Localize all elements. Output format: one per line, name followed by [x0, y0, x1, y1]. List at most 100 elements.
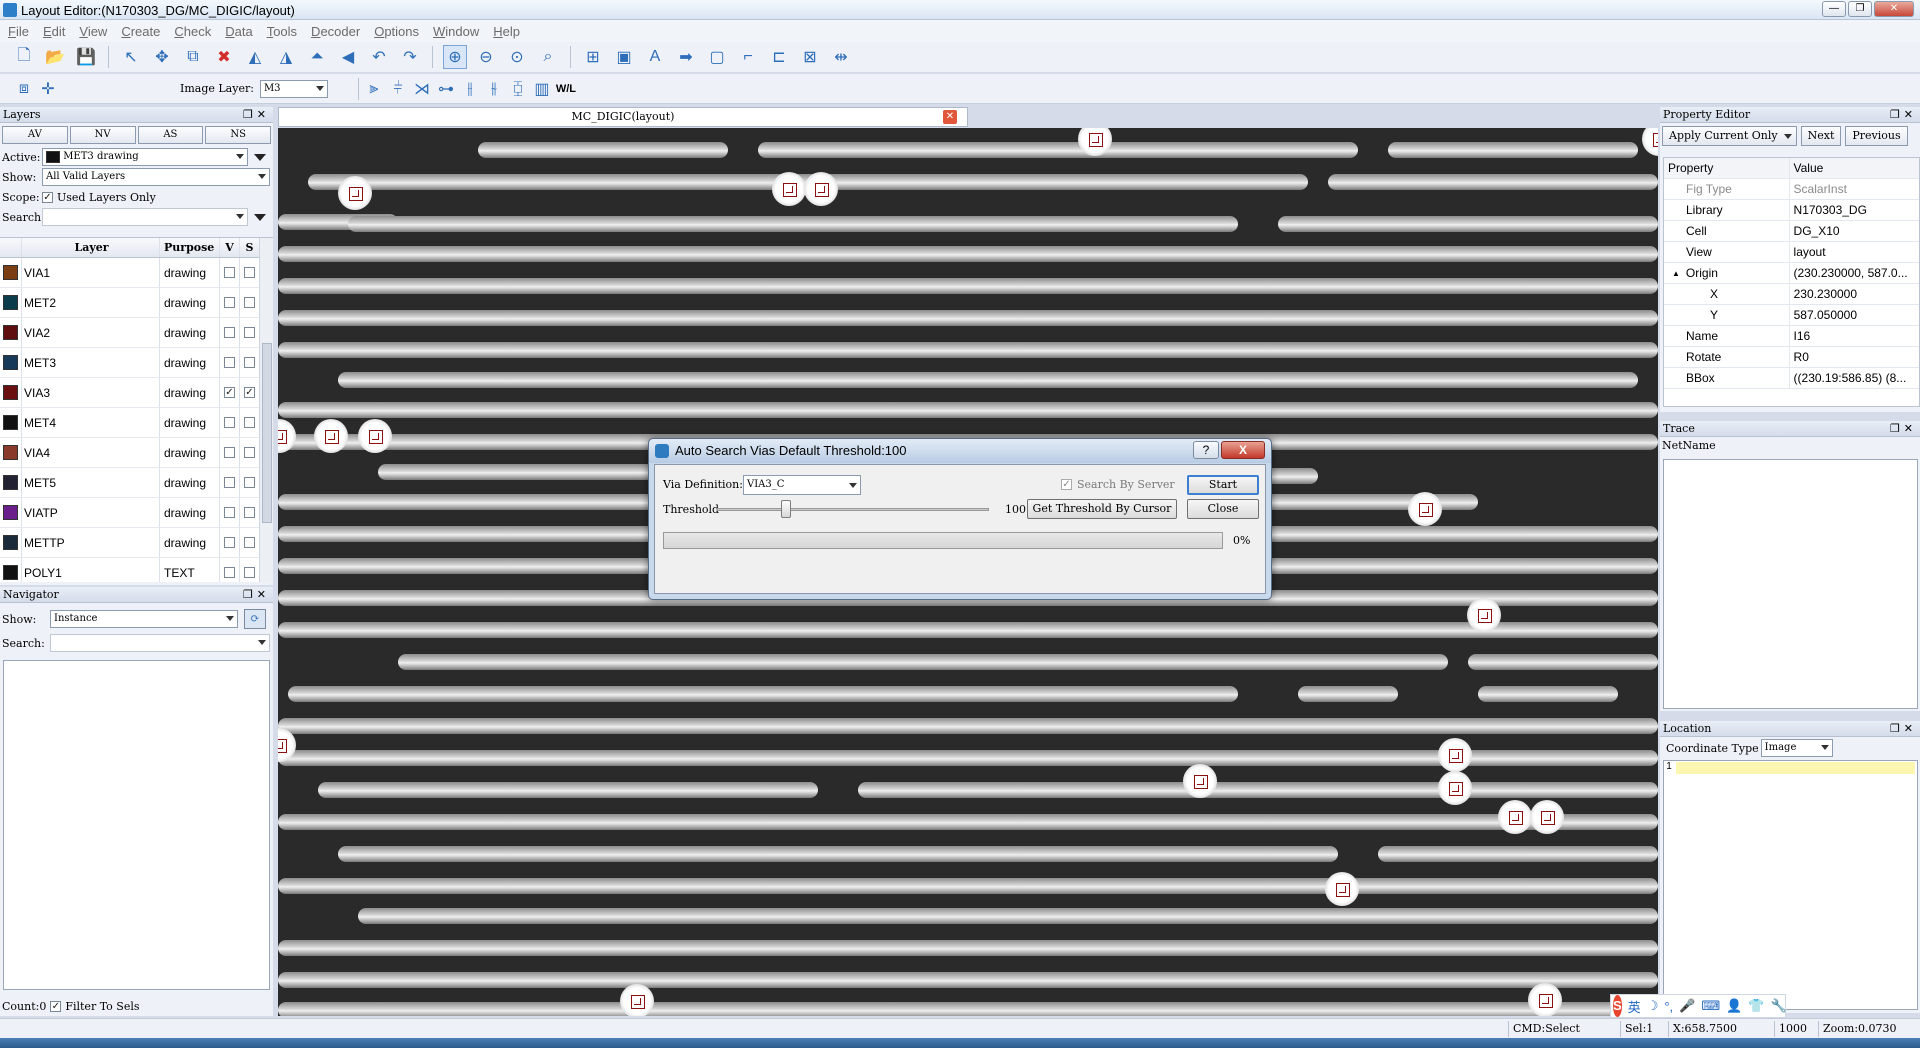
- col-purpose[interactable]: Purpose: [160, 238, 220, 257]
- col-selectable[interactable]: S: [240, 238, 260, 257]
- property-row[interactable]: Name I16: [1664, 326, 1919, 347]
- menu-window[interactable]: Window: [433, 24, 479, 39]
- distribute-icon[interactable]: ⊶: [434, 77, 458, 101]
- via-marker[interactable]: [1325, 872, 1359, 906]
- property-value[interactable]: I16: [1790, 329, 1919, 343]
- used-layers-checkbox[interactable]: ✓: [42, 191, 53, 203]
- threshold-slider-thumb[interactable]: [781, 500, 791, 518]
- spacing-alt-icon[interactable]: ⫳: [482, 77, 506, 101]
- wl-button[interactable]: W/L: [554, 77, 578, 101]
- menu-tools[interactable]: Tools: [267, 24, 297, 39]
- coordinate-type-select[interactable]: Image: [1760, 739, 1833, 757]
- layer-row-via4[interactable]: VIA4 drawing: [0, 438, 273, 468]
- property-row[interactable]: Fig Type ScalarInst: [1664, 179, 1919, 200]
- punctuation-icon[interactable]: °,: [1664, 999, 1673, 1014]
- property-row[interactable]: Library N170303_DG: [1664, 200, 1919, 221]
- layer-selectable-checkbox[interactable]: [244, 327, 255, 338]
- via-marker[interactable]: [358, 419, 392, 453]
- property-row[interactable]: Y 587.050000: [1664, 305, 1919, 326]
- via-marker[interactable]: [772, 172, 806, 206]
- wrench-icon[interactable]: 🔧: [1770, 998, 1786, 1014]
- flip-vertical-icon[interactable]: ⏶: [305, 45, 329, 69]
- start-button[interactable]: Start: [1187, 475, 1259, 495]
- rotate-icon[interactable]: ◭: [243, 45, 267, 69]
- via-marker[interactable]: [1642, 128, 1658, 156]
- minimize-button[interactable]: —: [1822, 1, 1846, 17]
- undo-icon[interactable]: ↶: [367, 45, 391, 69]
- menu-edit[interactable]: Edit: [43, 24, 65, 39]
- property-value[interactable]: ScalarInst: [1790, 182, 1919, 196]
- av-button[interactable]: AV: [2, 126, 68, 144]
- pan-icon[interactable]: ✛: [36, 77, 60, 101]
- layer-row-met5[interactable]: MET5 drawing: [0, 468, 273, 498]
- menu-file[interactable]: File: [8, 24, 29, 39]
- layer-selectable-checkbox[interactable]: [244, 417, 255, 428]
- help-button[interactable]: ?: [1193, 441, 1219, 459]
- property-value[interactable]: N170303_DG: [1790, 203, 1919, 217]
- property-value[interactable]: R0: [1790, 350, 1919, 364]
- document-tab[interactable]: MC_DIGIC(layout) ✕: [278, 107, 968, 127]
- ime-logo-icon[interactable]: S: [1613, 995, 1622, 1017]
- nav-search-input[interactable]: [50, 634, 270, 652]
- shirt-icon[interactable]: 👕: [1748, 998, 1764, 1014]
- via-marker[interactable]: [1530, 800, 1564, 834]
- col-visible[interactable]: V: [220, 238, 240, 257]
- menu-data[interactable]: Data: [225, 24, 252, 39]
- property-value[interactable]: DG_X10: [1790, 224, 1919, 238]
- copy-icon[interactable]: ⧉: [181, 45, 205, 69]
- location-input-row[interactable]: [1676, 762, 1915, 774]
- layer-selectable-checkbox[interactable]: [244, 357, 255, 368]
- layer-row-via2[interactable]: VIA2 drawing: [0, 318, 273, 348]
- layer-visible-checkbox[interactable]: [224, 327, 235, 338]
- layer-selectable-checkbox[interactable]: [244, 477, 255, 488]
- path-icon[interactable]: ⌐: [736, 45, 760, 69]
- layer-visible-checkbox[interactable]: [224, 477, 235, 488]
- panel-controls[interactable]: ❐✕: [243, 587, 270, 602]
- dialog-close-x-button[interactable]: X: [1221, 441, 1265, 459]
- layer-visible-checkbox[interactable]: [224, 267, 235, 278]
- delete-icon[interactable]: ✖: [212, 45, 236, 69]
- ime-language[interactable]: 英: [1628, 997, 1641, 1016]
- new-file-icon[interactable]: 🗋: [12, 45, 36, 69]
- layer-row-mettp[interactable]: METTP drawing: [0, 528, 273, 558]
- user-icon[interactable]: 👤: [1726, 998, 1742, 1014]
- save-icon[interactable]: 💾: [74, 45, 98, 69]
- layer-visible-checkbox[interactable]: [224, 537, 235, 548]
- layer-row-via3[interactable]: VIA3 drawing ✓ ✓: [0, 378, 273, 408]
- menu-check[interactable]: Check: [174, 24, 211, 39]
- grid-icon[interactable]: ▥: [530, 77, 554, 101]
- shape-rect-icon[interactable]: ▢: [705, 45, 729, 69]
- refresh-icon[interactable]: ⟳: [244, 609, 266, 629]
- maximize-button[interactable]: ❐: [1848, 1, 1872, 17]
- nav-show-select[interactable]: Instance: [50, 610, 238, 628]
- move-icon[interactable]: ✥: [150, 45, 174, 69]
- zoom-area-icon[interactable]: ⌕: [536, 45, 560, 69]
- via-marker[interactable]: [1438, 738, 1472, 772]
- active-layer-select[interactable]: MET3 drawing: [42, 148, 248, 166]
- pin-icon[interactable]: ➡: [674, 45, 698, 69]
- panel-controls[interactable]: ❐✕: [243, 107, 270, 122]
- apply-current-only-button[interactable]: Apply Current Only: [1662, 126, 1797, 146]
- filter-sels-checkbox[interactable]: ✓: [50, 1000, 62, 1012]
- location-list[interactable]: 1: [1663, 760, 1918, 1010]
- layer-selectable-checkbox[interactable]: [244, 567, 255, 578]
- via-icon[interactable]: ⊠: [798, 45, 822, 69]
- text-label-icon[interactable]: A: [643, 45, 667, 69]
- ruler-icon[interactable]: ⇹: [829, 45, 853, 69]
- image-layer-select[interactable]: M3: [259, 79, 328, 98]
- via-marker[interactable]: [804, 172, 838, 206]
- property-value[interactable]: 230.230000: [1790, 287, 1919, 301]
- col-layer[interactable]: Layer: [22, 238, 160, 257]
- next-button[interactable]: Next: [1800, 126, 1842, 146]
- layer-visible-checkbox[interactable]: [224, 447, 235, 458]
- layer-selectable-checkbox[interactable]: [244, 297, 255, 308]
- via-marker[interactable]: [620, 984, 654, 1016]
- previous-button[interactable]: Previous: [1845, 126, 1908, 146]
- threshold-slider-track[interactable]: [717, 508, 989, 511]
- ns-button[interactable]: NS: [205, 126, 271, 144]
- via-marker[interactable]: [1498, 800, 1532, 834]
- property-row[interactable]: ▲ Origin (230.230000, 587.0...: [1664, 263, 1919, 284]
- as-button[interactable]: AS: [137, 126, 204, 144]
- layers-stack-icon[interactable]: ⧈: [12, 77, 36, 101]
- menu-options[interactable]: Options: [374, 24, 419, 39]
